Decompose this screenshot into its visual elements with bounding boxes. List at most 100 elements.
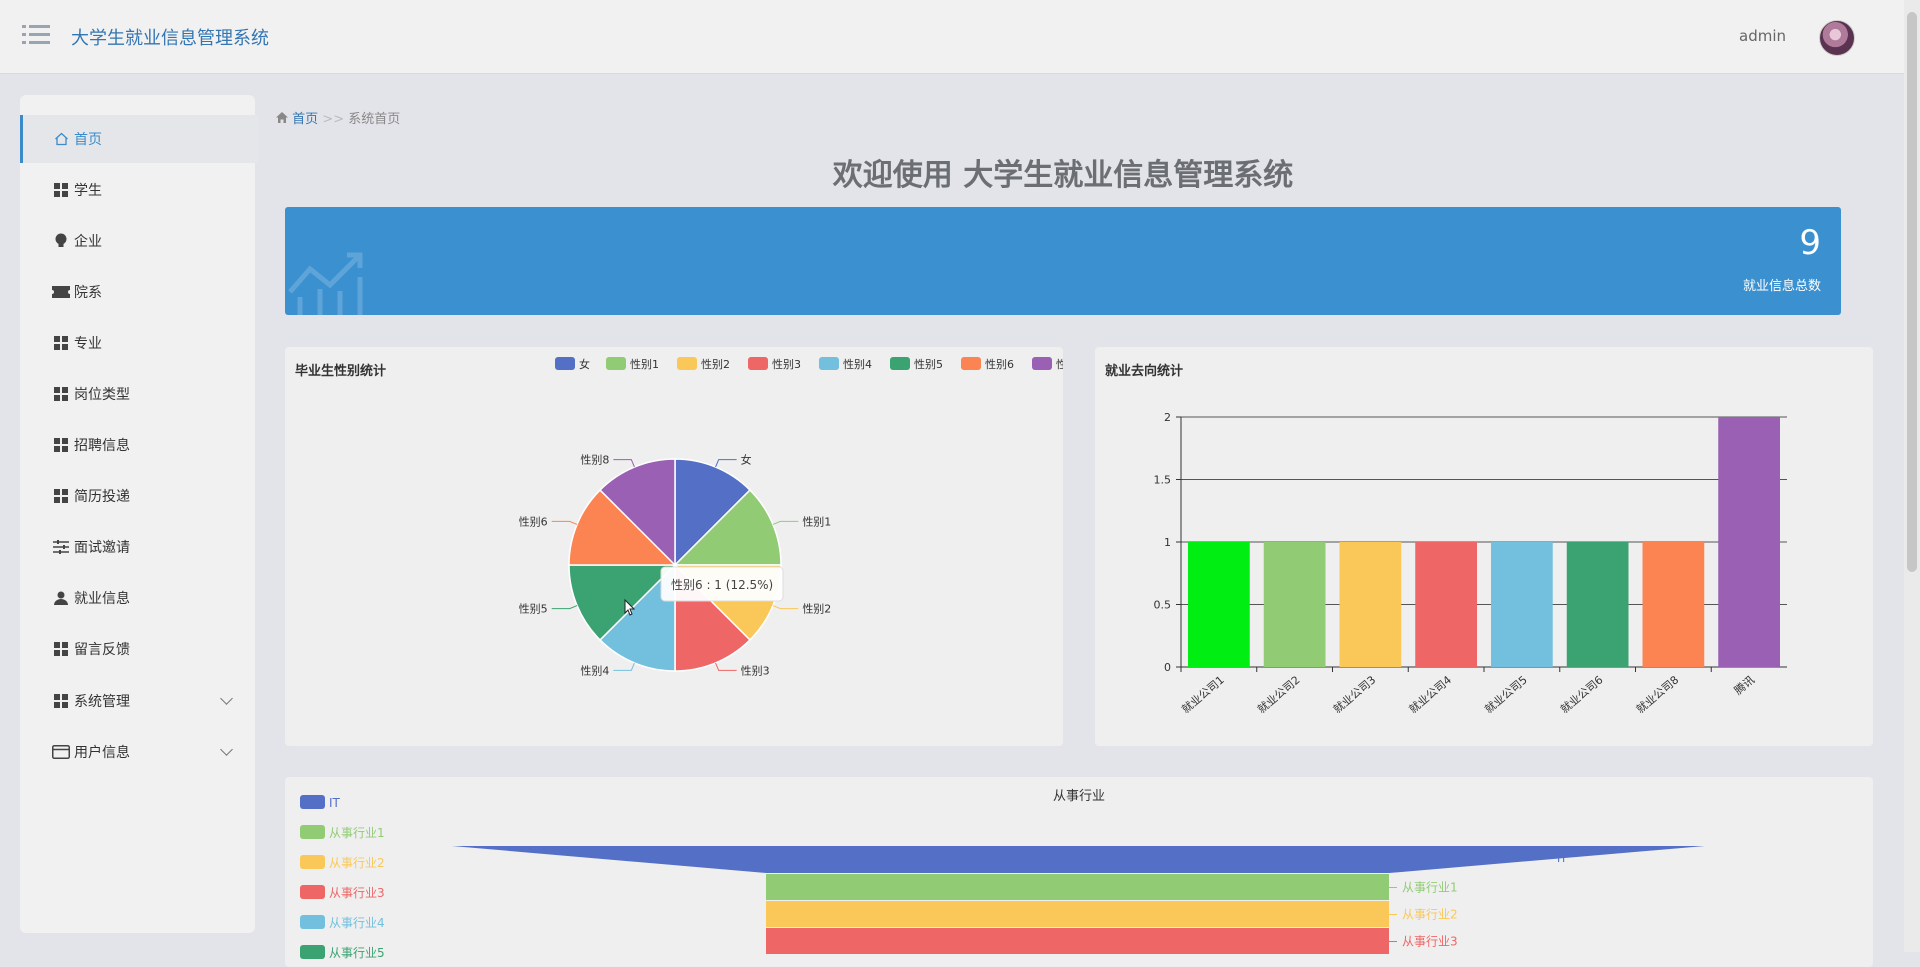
bar — [1718, 417, 1780, 667]
bar — [1642, 542, 1705, 667]
legend-swatch — [300, 915, 325, 929]
grid-icon — [52, 386, 70, 402]
funnel-chart[interactable]: IT 从事行业1 从事行业2 从事行业3 从事行业4 从事行业5 IT 从事行业1 从事行业2 从… — [285, 777, 1873, 967]
stat-label: 就业信息总数 — [1742, 279, 1821, 294]
legend-swatch — [1032, 357, 1052, 370]
gender-chart-panel: 毕业生性别统计 女性别1性别2性别3性别4性别5性别6性别8女性别1性别2性别3… — [285, 347, 1063, 746]
pie-label: 性别4 — [580, 663, 609, 677]
legend-item[interactable]: 从事行业5 — [300, 945, 385, 960]
legend-label: 女 — [579, 357, 590, 371]
legend-item[interactable]: 性别3 — [748, 357, 801, 371]
bar — [1263, 542, 1326, 667]
pie-label-line — [715, 662, 737, 671]
sidebar-item-label: 留言反馈 — [74, 642, 130, 658]
legend-item[interactable]: 性别5 — [890, 357, 943, 371]
legend-label: 性别4 — [843, 357, 872, 371]
stat-value: 9 — [1799, 223, 1821, 263]
page-scrollbar[interactable] — [1904, 0, 1920, 952]
bar — [1491, 542, 1553, 667]
scrollbar-thumb[interactable] — [1907, 12, 1917, 572]
legend-swatch — [300, 825, 325, 839]
funnel-stage — [766, 928, 1389, 954]
sidebar-item-feedback[interactable]: 留言反馈 — [20, 625, 255, 673]
pie-label-line — [715, 459, 737, 468]
user-name[interactable]: admin — [1739, 27, 1786, 45]
legend-item[interactable]: 从事行业1 — [300, 825, 385, 840]
sidebar-item-majors[interactable]: 专业 — [20, 319, 255, 367]
employment-chart-panel: 就业去向统计 0 0.5 1 1.5 2 就业公司1 就业公司2 就业公司3 就业公司4 就业公司… — [1095, 347, 1873, 746]
pie-label: 性别2 — [802, 602, 831, 616]
x-tick-label: 腾讯 — [1731, 673, 1757, 698]
bar-chart[interactable]: 00.511.52就业公司1 就业公司2 就业公司3 就业公司4 就业公司5 就业公司6 就… — [1095, 347, 1873, 746]
sidebar-item-label: 用户信息 — [74, 745, 130, 761]
pie-chart[interactable]: 女性别1性别2性别3性别4性别5性别6性别8女性别1性别2性别3性别4性别5性别… — [285, 347, 1063, 746]
pie-label: 性别6 — [519, 514, 548, 528]
pie-label-line — [551, 605, 578, 610]
x-tick-label: 就业公司8 — [1633, 673, 1681, 717]
sidebar-item-students[interactable]: 学生 — [20, 166, 255, 214]
funnel-label: 从事行业3 — [1402, 935, 1458, 949]
grid-icon — [52, 641, 70, 657]
legend-swatch — [606, 357, 626, 370]
grid-icon — [52, 182, 70, 198]
legend-item[interactable]: 性别8 — [1032, 357, 1063, 371]
chevron-down-icon — [220, 743, 233, 756]
sidebar-item-departments[interactable]: 院系 — [20, 268, 255, 316]
sidebar-item-employment[interactable]: 就业信息 — [20, 574, 255, 622]
legend-item[interactable]: 性别2 — [677, 357, 730, 371]
breadcrumb: 首页 >> 系统首页 — [276, 108, 400, 127]
sidebar-item-label: 企业 — [74, 234, 102, 250]
pie-label-line — [613, 662, 635, 671]
avatar[interactable] — [1819, 20, 1855, 56]
menu-icon[interactable] — [22, 24, 50, 46]
legend-swatch — [677, 357, 697, 370]
legend-item[interactable]: IT — [300, 795, 341, 810]
legend-item[interactable]: 从事行业4 — [300, 915, 385, 930]
legend-swatch — [890, 357, 910, 370]
sidebar-item-label: 招聘信息 — [74, 438, 130, 454]
legend-label: 性别8 — [1056, 357, 1063, 371]
legend-item[interactable]: 从事行业3 — [300, 885, 385, 900]
sidebar-item-home[interactable]: 首页 — [20, 115, 258, 163]
sidebar-item-user-info[interactable]: 用户信息 — [20, 728, 255, 776]
sidebar-item-label: 简历投递 — [74, 489, 130, 505]
legend-item[interactable]: 从事行业2 — [300, 855, 385, 870]
legend-label: 从事行业1 — [329, 826, 385, 840]
page-title: 欢迎使用 大学生就业信息管理系统 — [832, 158, 1294, 193]
grid-icon — [52, 335, 70, 351]
legend-item[interactable]: 女 — [555, 357, 590, 371]
bar — [1415, 542, 1477, 667]
sidebar-item-recruitment[interactable]: 招聘信息 — [20, 421, 255, 469]
sidebar-item-system[interactable]: 系统管理 — [20, 677, 255, 725]
legend-item[interactable]: 性别1 — [606, 357, 659, 371]
sidebar-item-label: 就业信息 — [74, 591, 130, 607]
bar — [1188, 542, 1250, 667]
y-tick-label: 2 — [1164, 411, 1171, 424]
sliders-icon — [52, 539, 70, 555]
legend-label: 从事行业4 — [329, 916, 385, 930]
sidebar-item-interview[interactable]: 面试邀请 — [20, 523, 255, 571]
sidebar-item-companies[interactable]: 企业 — [20, 217, 255, 265]
legend-label: 从事行业3 — [329, 886, 385, 900]
funnel-label: 从事行业1 — [1402, 881, 1458, 895]
legend-swatch — [300, 855, 325, 869]
pie-label-line — [613, 459, 635, 468]
sidebar-item-resume[interactable]: 简历投递 — [20, 472, 255, 520]
legend-item[interactable]: 性别6 — [961, 357, 1014, 371]
tooltip-text: 性别6 : 1 (12.5%) — [671, 578, 773, 592]
legend-item[interactable]: 性别4 — [819, 357, 872, 371]
pie-label-line — [772, 605, 799, 610]
funnel-label: IT — [1557, 852, 1567, 865]
sidebar-item-job-types[interactable]: 岗位类型 — [20, 370, 255, 418]
y-tick-label: 0 — [1164, 661, 1171, 674]
breadcrumb-home-link[interactable]: 首页 — [292, 112, 318, 127]
app-title: 大学生就业信息管理系统 — [71, 28, 269, 49]
pie-label: 性别5 — [519, 602, 548, 616]
x-tick-label: 就业公司6 — [1557, 673, 1605, 717]
x-tick-label: 就业公司4 — [1406, 673, 1454, 717]
chart-trend-icon — [285, 247, 375, 315]
grid-icon — [52, 693, 70, 709]
legend-label: 性别3 — [772, 357, 801, 371]
legend-label: IT — [329, 796, 341, 810]
y-tick-label: 0.5 — [1154, 599, 1172, 612]
